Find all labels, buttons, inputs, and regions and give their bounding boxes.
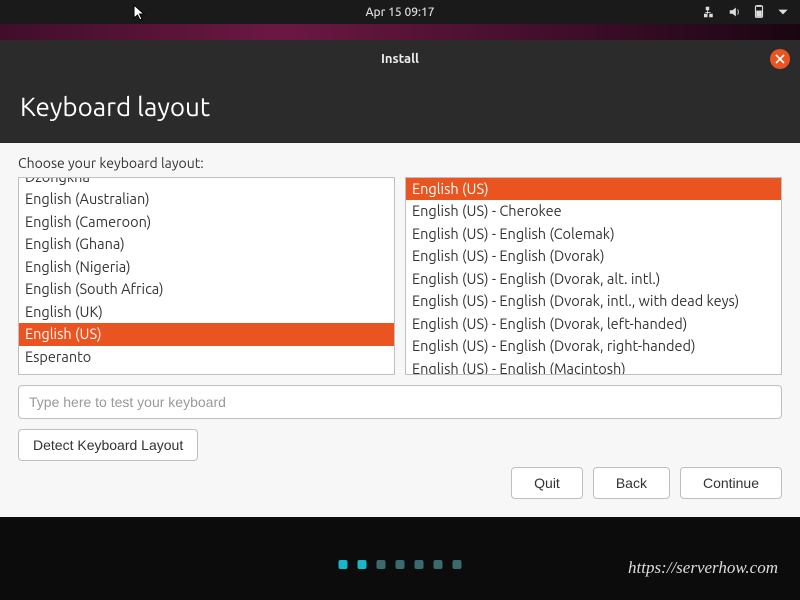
list-item[interactable]: English (US) - English (Dvorak, left-han… xyxy=(406,313,781,335)
list-item[interactable]: English (South Africa) xyxy=(19,278,394,300)
page-content: Choose your keyboard layout: DzongkhaEng… xyxy=(0,143,800,517)
network-icon[interactable] xyxy=(704,5,718,19)
close-icon xyxy=(775,54,785,64)
detect-layout-button[interactable]: Detect Keyboard Layout xyxy=(18,429,198,461)
chevron-down-icon[interactable] xyxy=(776,5,790,19)
list-item[interactable]: English (US) xyxy=(406,178,781,200)
watermark: https://serverhow.com xyxy=(628,558,778,578)
system-tray[interactable] xyxy=(704,5,790,19)
progress-dot xyxy=(415,560,424,569)
back-button[interactable]: Back xyxy=(593,467,670,499)
page-header: Keyboard layout xyxy=(0,78,800,143)
list-item[interactable]: English (US) - English (Dvorak, intl., w… xyxy=(406,290,781,312)
list-item[interactable]: Dzongkha xyxy=(19,177,394,188)
footer-buttons: Quit Back Continue xyxy=(511,467,782,499)
list-item[interactable]: English (Nigeria) xyxy=(19,256,394,278)
system-top-bar: Apr 15 09:17 xyxy=(0,0,800,24)
quit-button[interactable]: Quit xyxy=(511,467,583,499)
list-item[interactable]: English (Ghana) xyxy=(19,233,394,255)
list-item[interactable]: English (US) - English (Colemak) xyxy=(406,223,781,245)
progress-dot xyxy=(339,560,348,569)
list-item[interactable]: English (US) xyxy=(19,323,394,345)
window-titlebar: Install xyxy=(0,40,800,78)
clock: Apr 15 09:17 xyxy=(365,6,434,19)
progress-dots xyxy=(339,560,462,569)
list-item[interactable]: English (UK) xyxy=(19,301,394,323)
bottom-strip: https://serverhow.com xyxy=(0,517,800,600)
list-item[interactable]: English (Australian) xyxy=(19,188,394,210)
progress-dot xyxy=(396,560,405,569)
prompt-label: Choose your keyboard layout: xyxy=(18,155,782,171)
list-item[interactable]: English (Cameroon) xyxy=(19,211,394,233)
close-button[interactable] xyxy=(770,49,790,69)
variant-list[interactable]: English (US)English (US) - CherokeeEngli… xyxy=(405,177,782,375)
list-item[interactable]: English (US) - English (Dvorak, right-ha… xyxy=(406,335,781,357)
list-item[interactable]: English (US) - Cherokee xyxy=(406,200,781,222)
progress-dot xyxy=(377,560,386,569)
list-item[interactable]: English (US) - English (Macintosh) xyxy=(406,358,781,375)
list-item[interactable]: English (US) - English (Dvorak) xyxy=(406,245,781,267)
page-title: Keyboard layout xyxy=(20,92,780,121)
progress-dot xyxy=(434,560,443,569)
keyboard-test-input[interactable] xyxy=(18,385,782,419)
progress-dot xyxy=(453,560,462,569)
installer-window: Install Keyboard layout Choose your keyb… xyxy=(0,40,800,517)
layout-list[interactable]: DzongkhaEnglish (Australian)English (Cam… xyxy=(18,177,395,375)
window-title: Install xyxy=(381,52,419,66)
progress-dot xyxy=(358,560,367,569)
volume-icon[interactable] xyxy=(728,5,742,19)
continue-button[interactable]: Continue xyxy=(680,467,782,499)
list-item[interactable]: Esperanto xyxy=(19,346,394,368)
list-item[interactable]: English (US) - English (Dvorak, alt. int… xyxy=(406,268,781,290)
battery-icon[interactable] xyxy=(752,5,766,19)
